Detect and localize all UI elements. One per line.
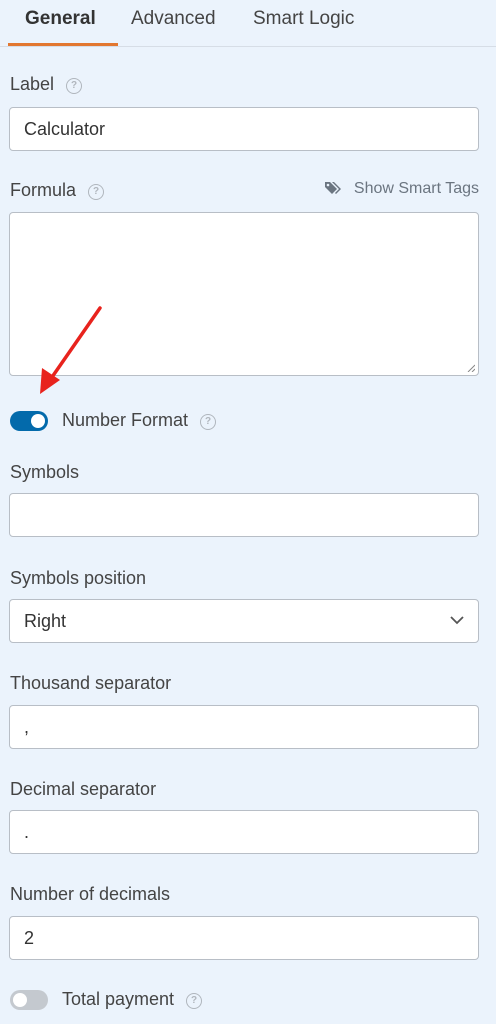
help-icon[interactable]: ? <box>88 184 105 200</box>
decimal-separator-input[interactable]: . <box>9 810 479 854</box>
symbols-input[interactable] <box>9 493 479 537</box>
formula-field-label: Formula? <box>10 179 105 201</box>
tab-smart-logic[interactable]: Smart Logic <box>253 8 354 30</box>
help-icon[interactable]: ? <box>186 993 203 1009</box>
total-payment-toggle[interactable] <box>10 990 48 1010</box>
resize-handle-icon[interactable] <box>467 364 475 372</box>
decimal-separator-label: Decimal separator <box>10 779 157 799</box>
label-field-text: Label <box>10 74 55 94</box>
thousand-separator-label: Thousand separator <box>10 673 172 693</box>
symbols-position-select[interactable]: Right <box>9 599 479 643</box>
number-format-label: Number Format? <box>62 409 217 431</box>
smart-tags-label: Show Smart Tags <box>353 180 479 197</box>
annotation-arrow-icon <box>40 306 102 394</box>
tags-icon <box>324 182 341 194</box>
total-payment-text: Total payment <box>62 989 175 1009</box>
help-icon[interactable]: ? <box>66 78 83 94</box>
total-payment-label: Total payment? <box>62 988 203 1010</box>
number-format-text: Number Format <box>62 410 189 430</box>
tab-bar: General Advanced Smart Logic <box>0 0 496 47</box>
number-of-decimals-label: Number of decimals <box>10 884 171 904</box>
thousand-separator-input[interactable]: , <box>9 705 479 749</box>
symbols-label: Symbols <box>10 462 80 482</box>
number-format-toggle[interactable] <box>10 411 48 431</box>
toggle-knob <box>31 414 45 428</box>
symbols-position-value: Right <box>24 611 67 631</box>
symbols-position-label: Symbols position <box>10 568 147 588</box>
show-smart-tags-link[interactable]: Show Smart Tags <box>324 179 479 199</box>
toggle-knob <box>13 993 27 1007</box>
label-input[interactable]: Calculator <box>9 107 479 151</box>
formula-field-text: Formula <box>10 180 77 200</box>
number-of-decimals-input[interactable]: 2 <box>9 916 479 960</box>
label-field-label: Label? <box>10 73 83 95</box>
help-icon[interactable]: ? <box>200 414 217 430</box>
tab-advanced[interactable]: Advanced <box>131 8 216 30</box>
active-tab-indicator <box>8 43 118 46</box>
chevron-down-icon <box>450 616 464 625</box>
tab-general[interactable]: General <box>25 8 96 30</box>
